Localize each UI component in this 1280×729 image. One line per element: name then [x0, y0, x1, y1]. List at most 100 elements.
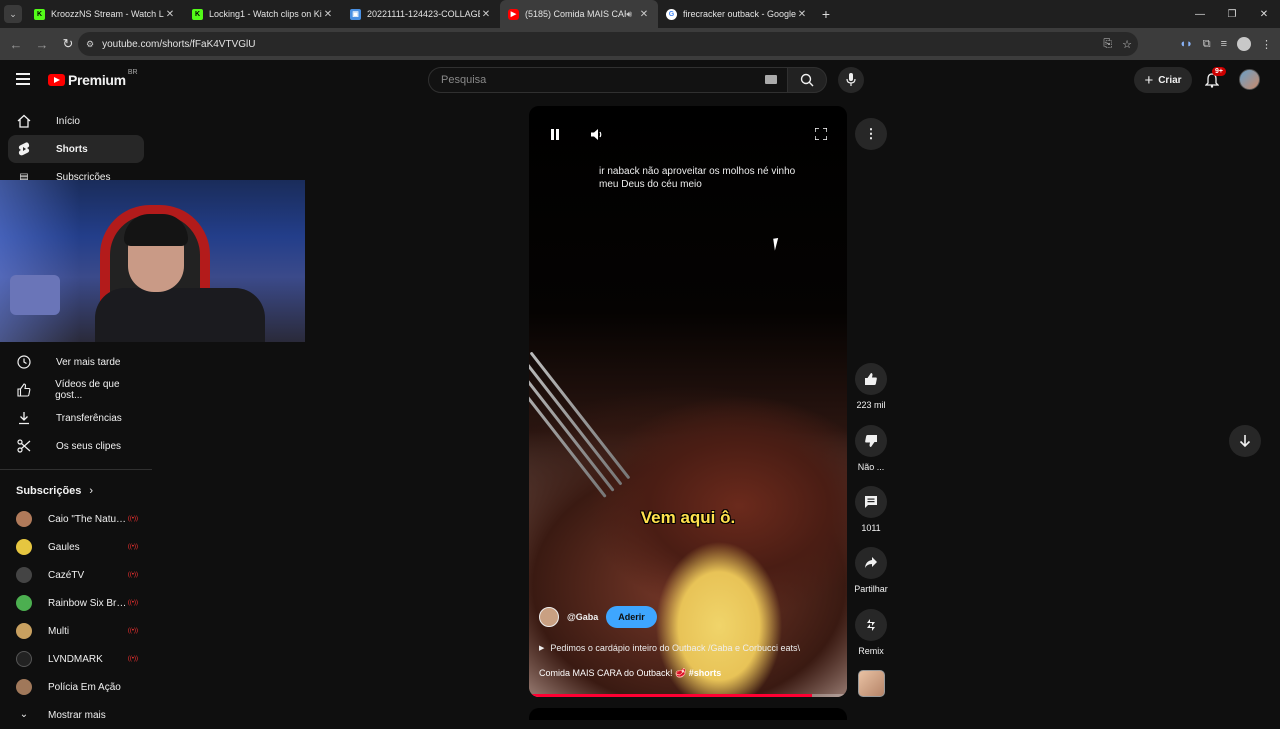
browser-tab[interactable]: ▣ 20221111-124423-COLLAGE h ✕: [342, 0, 500, 28]
youtube-premium-logo[interactable]: Premium BR: [48, 69, 138, 88]
logo-text: Premium: [68, 72, 126, 88]
channel-avatar: [16, 511, 32, 527]
sidebar-item-watch-later[interactable]: Ver mais tarde: [8, 348, 144, 376]
volume-icon[interactable]: [589, 126, 605, 142]
more-options-button[interactable]: ⋮: [855, 118, 887, 150]
remix-icon: [855, 609, 887, 641]
home-icon: [16, 113, 32, 129]
profile-avatar[interactable]: [1237, 37, 1251, 51]
live-indicator-icon: ((•)): [127, 516, 138, 522]
subscription-channel[interactable]: Rainbow Six Brasil ((•)): [8, 589, 144, 617]
comment-icon: [855, 486, 887, 518]
play-icon: ▶: [539, 645, 545, 652]
sidebar-item-shorts[interactable]: Shorts: [8, 135, 144, 163]
close-tab-icon[interactable]: ✕: [322, 9, 334, 20]
fullscreen-icon[interactable]: [813, 126, 829, 142]
search-icon: [800, 73, 814, 87]
dislike-button[interactable]: Não ...: [852, 425, 890, 472]
channel-handle[interactable]: @Gaba: [567, 612, 598, 622]
subscription-channel[interactable]: Gaules ((•)): [8, 533, 144, 561]
restore-icon[interactable]: ❐: [1216, 0, 1248, 28]
thumbs-down-icon: [855, 425, 887, 457]
pause-icon[interactable]: [547, 126, 563, 142]
subscription-channel[interactable]: Multi ((•)): [8, 617, 144, 645]
thumbs-up-icon: [855, 363, 887, 395]
share-label: Partilhar: [854, 584, 888, 594]
create-button[interactable]: + Criar: [1134, 67, 1192, 93]
comments-button[interactable]: 1011: [852, 486, 890, 533]
close-tab-icon[interactable]: ✕: [796, 9, 808, 20]
join-button[interactable]: Aderir: [606, 606, 657, 628]
video-progress-fill: [529, 694, 813, 697]
close-tab-icon[interactable]: ✕: [638, 9, 650, 20]
video-progress-bar[interactable]: [529, 694, 847, 697]
close-window-icon[interactable]: ✕: [1248, 0, 1280, 28]
subscription-channel[interactable]: Polícia Em Ação: [8, 673, 144, 701]
minimize-icon[interactable]: —: [1184, 0, 1216, 28]
live-indicator-icon: ((•)): [127, 600, 138, 606]
sidebar-item-clips[interactable]: Os seus clipes: [8, 432, 144, 460]
browser-tab[interactable]: K Locking1 - Watch clips on Kick ✕: [184, 0, 342, 28]
tab-title: 20221111-124423-COLLAGE h: [367, 9, 480, 19]
shorts-video-player[interactable]: ir naback não aproveitar os molhos né vi…: [529, 106, 847, 697]
voice-search-button[interactable]: [838, 67, 864, 93]
extension-icon[interactable]: ◖◗: [1179, 38, 1192, 50]
search-input[interactable]: Pesquisa: [428, 67, 788, 93]
playlist-link[interactable]: ▶ Pedimos o cardápio inteiro do Outback …: [539, 643, 800, 653]
reload-icon[interactable]: ↻: [56, 32, 80, 56]
back-icon[interactable]: ←: [4, 32, 28, 56]
sidebar-item-home[interactable]: Início: [8, 107, 144, 135]
browser-tab[interactable]: K KroozzNS Stream - Watch Live ✕: [26, 0, 184, 28]
channel-avatar: [16, 595, 32, 611]
tab-search-button[interactable]: ⌄: [4, 5, 22, 23]
close-tab-icon[interactable]: ✕: [480, 9, 492, 20]
extensions-puzzle-icon[interactable]: ⧉: [1203, 38, 1211, 51]
channel-avatar: [16, 539, 32, 555]
browser-menu-icon[interactable]: ⋮: [1261, 38, 1272, 51]
show-more-label: Mostrar mais: [48, 709, 106, 721]
thumbs-up-icon: [16, 382, 31, 398]
hashtag-link[interactable]: #shorts: [689, 668, 722, 678]
video-caption-subtitle: Vem aqui ô.: [640, 508, 736, 527]
new-tab-button[interactable]: +: [816, 0, 836, 28]
bookmark-star-icon[interactable]: ☆: [1122, 38, 1132, 51]
notifications-button[interactable]: 9+: [1202, 67, 1226, 90]
keyboard-icon[interactable]: [765, 75, 777, 84]
media-control-icon[interactable]: ≡: [1221, 38, 1227, 50]
dislike-label: Não ...: [857, 462, 885, 472]
live-indicator-icon: ((•)): [127, 656, 138, 662]
comment-count: 1011: [861, 523, 881, 533]
sidebar-item-liked-videos[interactable]: Vídeos de que gost...: [8, 376, 144, 404]
channel-avatar: [16, 567, 32, 583]
sidebar-item-downloads[interactable]: Transferências: [8, 404, 144, 432]
subscription-channel[interactable]: Caio "The Natura... ((•)): [8, 505, 144, 533]
install-app-icon[interactable]: ⎘: [1103, 38, 1112, 51]
search-button[interactable]: [787, 67, 827, 93]
youtube-header: Premium BR Pesquisa + Criar 9+: [0, 60, 1280, 100]
account-avatar[interactable]: [1239, 69, 1260, 90]
subscription-channel[interactable]: CazéTV ((•)): [8, 561, 144, 589]
channel-name: Gaules: [48, 541, 80, 553]
sound-thumbnail[interactable]: [858, 670, 885, 697]
menu-icon[interactable]: [16, 73, 30, 85]
like-button[interactable]: 223 mil: [852, 363, 890, 410]
next-short-preview[interactable]: [529, 708, 847, 720]
subscription-channel[interactable]: LVNDMARK ((•)): [8, 645, 144, 673]
browser-tab-active[interactable]: ▶ (5185) Comida MAIS CARA 🔊︎ ✕: [500, 0, 658, 28]
show-more-button[interactable]: ⌄ Mostrar mais: [8, 701, 144, 729]
browser-toolbar: ← → ↻ ⚙ youtube.com/shorts/fFaK4VTVGlU ⎘…: [0, 28, 1280, 60]
share-button[interactable]: Partilhar: [852, 547, 890, 594]
close-tab-icon[interactable]: ✕: [164, 9, 176, 20]
remix-button[interactable]: Remix: [852, 609, 890, 656]
channel-name: CazéTV: [48, 569, 85, 581]
channel-avatar[interactable]: [539, 607, 559, 627]
forward-icon[interactable]: →: [30, 32, 54, 56]
site-info-icon[interactable]: ⚙: [86, 39, 94, 50]
channel-row: @Gaba Aderir: [539, 606, 657, 628]
next-video-button[interactable]: [1229, 425, 1261, 457]
subscriptions-heading[interactable]: Subscrições ›: [16, 485, 93, 497]
address-bar[interactable]: ⚙ youtube.com/shorts/fFaK4VTVGlU ⎘ ☆: [78, 32, 1138, 56]
browser-tab[interactable]: G firecracker outback - Google S ✕: [658, 0, 816, 28]
speaker-icon[interactable]: 🔊︎: [626, 9, 632, 20]
sidebar-item-label: Transferências: [56, 412, 122, 424]
